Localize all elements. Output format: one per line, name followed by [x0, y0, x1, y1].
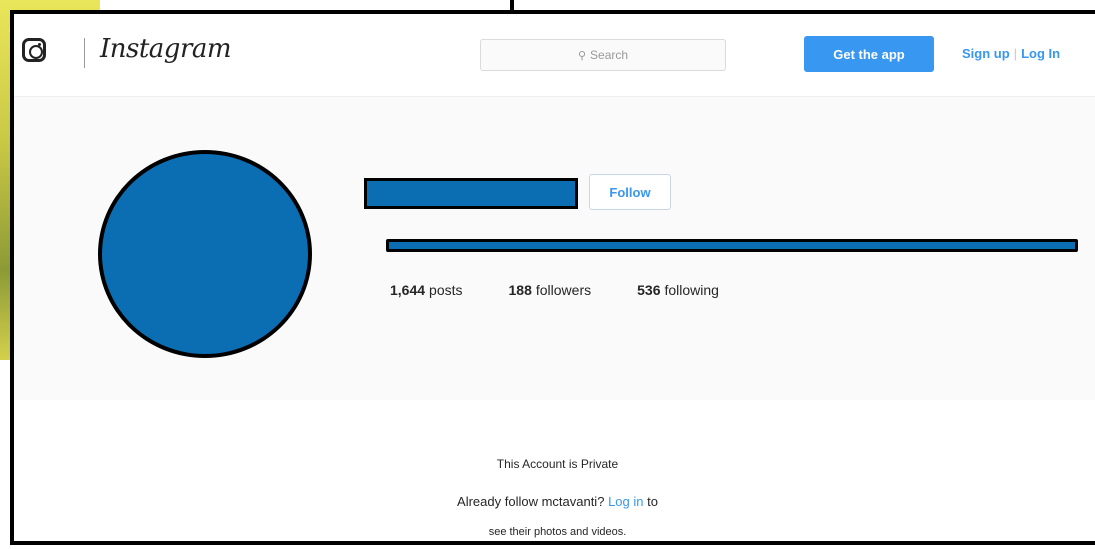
top-nav: Instagram ⚲ Search Get the app Sign up | L…: [14, 14, 1095, 97]
auth-links: Sign up | Log In: [962, 46, 1060, 61]
avatar: [98, 150, 312, 358]
auth-separator: |: [1013, 46, 1018, 61]
bio-redaction: [386, 239, 1078, 252]
sign-up-link[interactable]: Sign up: [962, 46, 1010, 61]
log-in-link[interactable]: Log In: [1021, 46, 1060, 61]
browser-frame: Instagram ⚲ Search Get the app Sign up | L…: [10, 10, 1095, 545]
instagram-logo-icon[interactable]: [22, 38, 46, 62]
private-account-subtext: see their photos and videos.: [488, 526, 627, 538]
follow-button[interactable]: Follow: [589, 174, 671, 210]
private-account-message: Already follow mctavanti? Log in to: [457, 494, 658, 509]
followers-count[interactable]: 188 followers: [509, 282, 592, 298]
logo-separator: [84, 38, 85, 68]
search-icon: ⚲: [577, 49, 587, 62]
following-count[interactable]: 536 following: [637, 282, 719, 298]
login-link[interactable]: Log in: [608, 494, 643, 509]
username-redaction: [364, 178, 578, 209]
search-placeholder: Search: [590, 48, 629, 62]
get-the-app-button[interactable]: Get the app: [804, 36, 934, 72]
profile-stats: 1,644 posts 188 followers 536 following: [390, 282, 719, 298]
private-account-title: This Account is Private: [496, 457, 619, 471]
instagram-wordmark[interactable]: Instagram: [100, 34, 232, 64]
search-input[interactable]: ⚲ Search: [480, 39, 726, 71]
posts-count: 1,644 posts: [390, 282, 463, 298]
